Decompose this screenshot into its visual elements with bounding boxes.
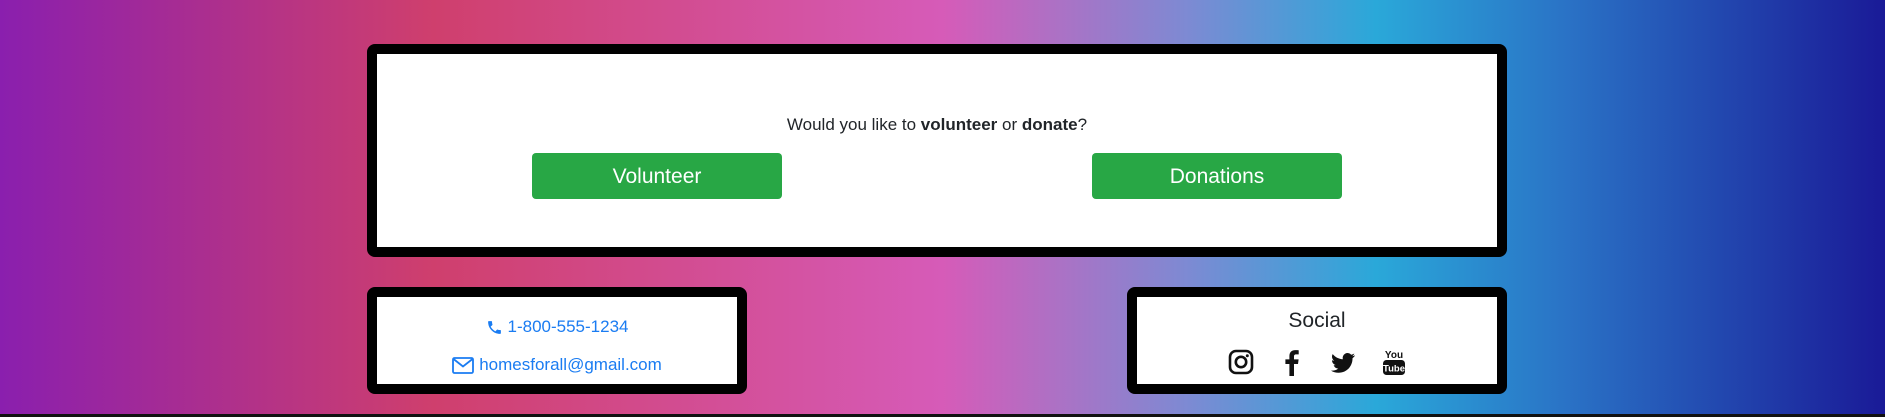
cta-question: Would you like to volunteer or donate?: [377, 115, 1497, 135]
facebook-icon[interactable]: [1278, 347, 1306, 377]
question-donate-word: donate: [1021, 115, 1078, 134]
social-title: Social: [1288, 309, 1346, 332]
volunteer-button[interactable]: Volunteer: [532, 153, 782, 199]
email-address: homesforall@gmail.com: [479, 355, 662, 374]
question-text-end: ?: [1077, 115, 1088, 134]
phone-link[interactable]: 1-800-555-1234: [377, 317, 737, 337]
donations-button[interactable]: Donations: [1092, 153, 1342, 199]
phone-number: 1-800-555-1234: [507, 317, 629, 336]
youtube-logo-text-bottom: Tube: [1383, 364, 1405, 375]
question-text-start: Would you like to: [786, 115, 921, 134]
youtube-logo-text-top: You: [1384, 350, 1402, 361]
social-card: Social You Tube: [1127, 287, 1507, 394]
twitter-icon[interactable]: [1329, 347, 1357, 377]
envelope-icon: [452, 356, 475, 374]
question-text-middle: or: [997, 115, 1022, 134]
phone-icon: [486, 319, 503, 336]
youtube-icon[interactable]: You Tube: [1380, 347, 1408, 377]
volunteer-donate-card: Would you like to volunteer or donate? V…: [367, 44, 1507, 257]
instagram-icon[interactable]: [1227, 347, 1255, 377]
social-icon-row: You Tube: [1137, 347, 1497, 377]
contact-card: 1-800-555-1234 homesforall@gmail.com: [367, 287, 747, 394]
question-volunteer-word: volunteer: [920, 115, 998, 134]
email-link[interactable]: homesforall@gmail.com: [377, 355, 737, 375]
